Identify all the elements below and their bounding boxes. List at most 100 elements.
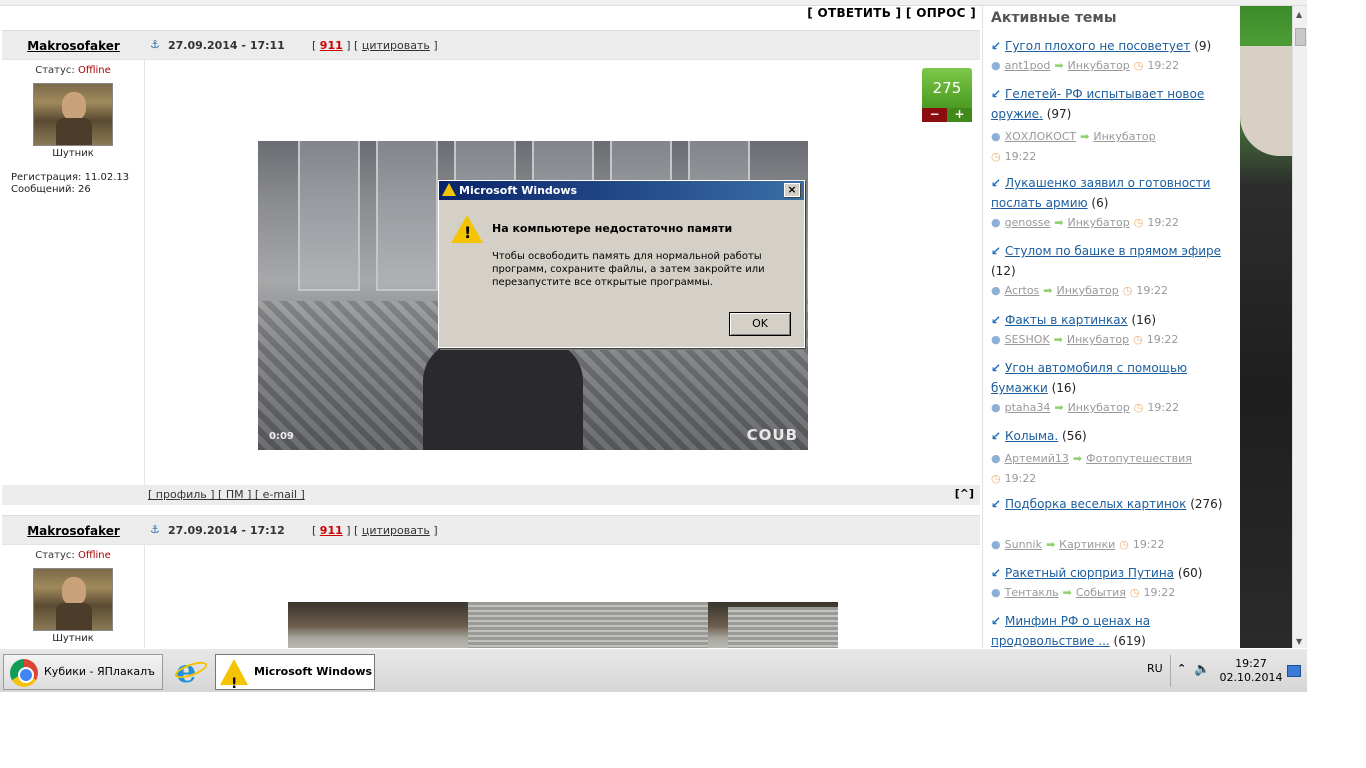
topic-meta: ● SESHOK ➡ Инкубатор ◷ 19:22: [991, 333, 1179, 346]
clock-icon: ◷: [1129, 586, 1140, 599]
clock-icon: ◷: [1133, 401, 1144, 414]
user-icon: ●: [991, 130, 1001, 143]
arrow-right-icon: ➡: [1054, 216, 1064, 229]
image-shutter: [728, 607, 838, 648]
reply-poll-links[interactable]: [ ОТВЕТИТЬ ] [ ОПРОС ]: [807, 6, 976, 20]
user-icon: ●: [991, 284, 1001, 297]
topic-meta: ● Тентакль ➡ События ◷ 19:22: [991, 586, 1176, 599]
topic-meta: ● ant1pod ➡ Инкубатор ◷ 19:22: [991, 59, 1180, 72]
topic-title-link[interactable]: Факты в картинках: [1005, 313, 1128, 327]
internet-explorer-icon[interactable]: e: [172, 652, 210, 690]
scroll-up-icon[interactable]: ▲: [1296, 10, 1302, 19]
user-icon: ●: [991, 59, 1001, 72]
topic-arrow-icon: ↙: [991, 244, 1002, 258]
clock-icon: ◷: [1133, 59, 1144, 72]
image-shutter: [468, 602, 708, 648]
arrow-right-icon: ➡: [1062, 586, 1072, 599]
sidebar-title: Активные темы: [991, 10, 1117, 26]
topic-arrow-icon: ↙: [991, 497, 1002, 511]
taskbar-dialog-button[interactable]: Microsoft Windows: [215, 654, 375, 692]
user-icon: ●: [991, 452, 1001, 465]
anchor-icon[interactable]: ⚓: [150, 38, 160, 51]
arrow-right-icon: ➡: [1080, 130, 1090, 143]
scroll-down-icon[interactable]: ▼: [1296, 637, 1302, 646]
post-footer: [ профиль ] [ ПМ ] [ e-mail ] [^]: [2, 485, 980, 505]
second-post-image[interactable]: [288, 602, 838, 648]
author-rank: Шутник: [52, 633, 94, 644]
avatar[interactable]: [33, 568, 113, 631]
ok-button[interactable]: OK: [729, 312, 791, 336]
avatar[interactable]: [33, 83, 113, 146]
quote-link[interactable]: цитировать: [362, 524, 430, 537]
post-number-link[interactable]: 911: [320, 39, 343, 52]
topic-item: ↙ Стулом по башке в прямом эфире (12): [991, 241, 1233, 281]
scroll-top-button[interactable]: [^]: [955, 487, 974, 500]
dialog-heading: На компьютере недостаточно памяти: [492, 222, 733, 235]
arrow-right-icon: ➡: [1054, 59, 1064, 72]
topic-meta: ● ptaha34 ➡ Инкубатор ◷ 19:22: [991, 401, 1180, 414]
forum-post: Makrosofaker ⚓ 27.09.2014 - 17:12 [ 911 …: [2, 515, 980, 648]
topic-title-link[interactable]: Колыма.: [1005, 429, 1058, 443]
arrow-right-icon: ➡: [1045, 538, 1056, 551]
clock[interactable]: 19:27 02.10.2014: [1218, 657, 1284, 685]
tray-divider: [1170, 655, 1171, 687]
topic-meta: ● Артемий13 ➡ Фотопутешествия ◷ 19:22: [991, 452, 1192, 485]
topic-arrow-icon: ↙: [991, 614, 1002, 628]
warning-icon: [220, 659, 248, 692]
topic-meta: ● ХОХЛОКОСТ ➡ Инкубатор ◷ 19:22: [991, 130, 1156, 163]
show-hidden-icons-icon[interactable]: ⌃: [1177, 662, 1186, 675]
topic-title-link[interactable]: Гелетей- РФ испытывает новое оружие.: [991, 87, 1204, 121]
post-date: 27.09.2014 - 17:12: [168, 524, 285, 537]
anchor-icon[interactable]: ⚓: [150, 523, 160, 536]
warning-icon: [451, 215, 483, 243]
topic-item: ↙ Подборка веселых картинок (276): [991, 494, 1233, 514]
dialog-close-button[interactable]: ×: [784, 183, 800, 197]
dialog-titlebar[interactable]: Microsoft Windows ×: [439, 181, 804, 200]
warning-icon: [442, 183, 456, 196]
topic-arrow-icon: ↙: [991, 429, 1002, 443]
language-indicator[interactable]: RU: [1147, 662, 1163, 675]
coub-logo[interactable]: COUB: [747, 426, 798, 444]
post-author-link[interactable]: Makrosofaker: [2, 524, 145, 538]
topic-arrow-icon: ↙: [991, 361, 1002, 375]
profile-pm-email-links[interactable]: [ профиль ] [ ПМ ] [ e-mail ]: [148, 488, 305, 501]
author-status: Статус: Offline: [35, 65, 111, 76]
rating-plus-button[interactable]: +: [947, 108, 972, 122]
arrow-right-icon: ➡: [1043, 284, 1053, 297]
show-desktop-icon[interactable]: [1287, 665, 1301, 677]
topic-title-link[interactable]: Стулом по башке в прямом эфире: [1005, 244, 1221, 258]
video-time: 0:09: [269, 431, 294, 442]
active-topics-sidebar: Активные темы ↙ Гугол плохого не посовету…: [982, 6, 1240, 648]
topic-title-link[interactable]: Угон автомобиля с помощью бумажки: [991, 361, 1187, 395]
clock-icon: ◷: [1133, 216, 1144, 229]
quote-link[interactable]: цитировать: [362, 39, 430, 52]
topic-item: ↙ Лукашенко заявил о готовности послать а…: [991, 173, 1233, 213]
topic-arrow-icon: ↙: [991, 566, 1002, 580]
user-icon: ●: [991, 216, 1001, 229]
topic-meta: ● Sunnik ➡ Картинки ◷ 19:22: [991, 538, 1165, 551]
page-scrollbar[interactable]: ▲ ▼: [1292, 6, 1307, 648]
topic-item: ↙ Гелетей- РФ испытывает новое оружие. (9…: [991, 84, 1233, 124]
topic-item: ↙ Гугол плохого не посоветует (9): [991, 36, 1233, 56]
user-icon: ●: [991, 586, 1001, 599]
rating-value: 275: [922, 68, 972, 108]
video-door: [298, 141, 360, 291]
topic-item: ↙ Ракетный сюрприз Путина (60): [991, 563, 1233, 583]
volume-icon[interactable]: 🔈: [1194, 662, 1210, 677]
post-number-link[interactable]: 911: [320, 524, 343, 537]
video-person: [423, 341, 583, 450]
topic-arrow-icon: ↙: [991, 176, 1002, 190]
rating-minus-button[interactable]: −: [922, 108, 947, 122]
taskbar-chrome-button[interactable]: Кубики - ЯПлакалъ ...: [3, 654, 163, 690]
scrollbar-thumb[interactable]: [1295, 28, 1306, 46]
topic-title-link[interactable]: Гугол плохого не посоветует: [1005, 39, 1190, 53]
topic-title-link[interactable]: Ракетный сюрприз Путина: [1005, 566, 1174, 580]
post-actions: [ 911 ] [ цитировать ]: [312, 524, 438, 537]
user-icon: ●: [991, 538, 1001, 551]
post-author-panel: Статус: Offline Шутник Регистрация: 11.0…: [2, 60, 145, 485]
topic-item: ↙ Минфин РФ о ценах на продовольствие ...…: [991, 611, 1233, 648]
post-author-link[interactable]: Makrosofaker: [2, 39, 145, 53]
topic-title-link[interactable]: Подборка веселых картинок: [1005, 497, 1186, 511]
post-date: 27.09.2014 - 17:11: [168, 39, 285, 52]
low-memory-dialog: Microsoft Windows × На компьютере недост…: [438, 180, 805, 348]
